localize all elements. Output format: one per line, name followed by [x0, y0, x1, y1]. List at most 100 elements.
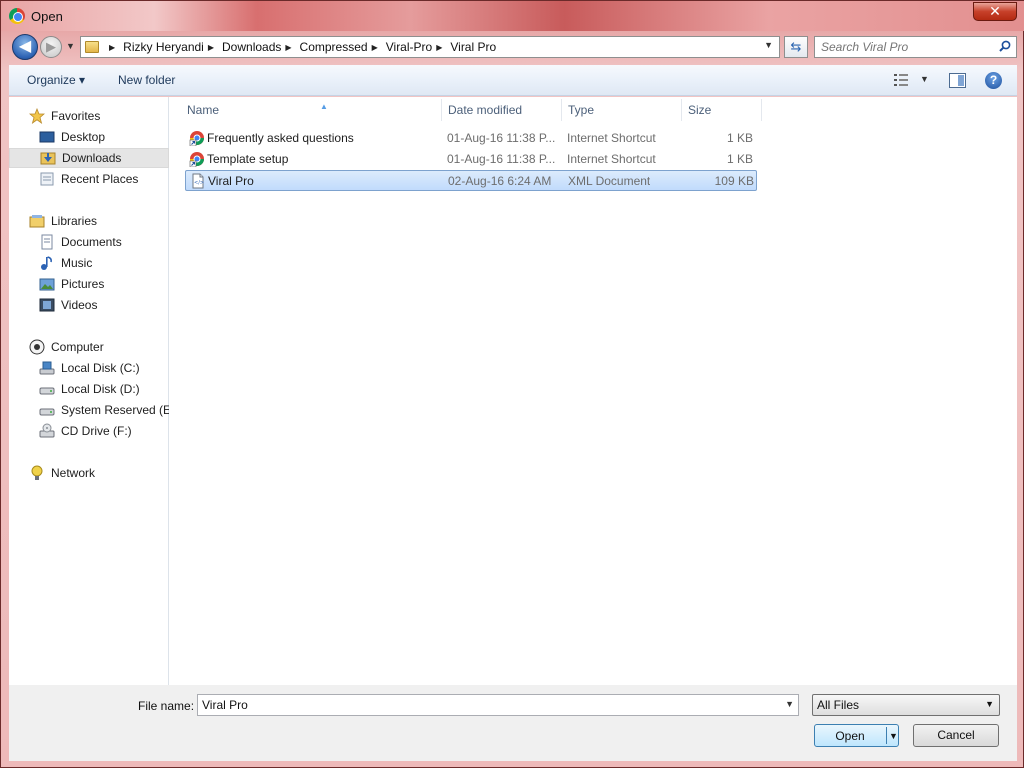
breadcrumb-rizky-heryandi[interactable]: Rizky Heryandi — [123, 40, 204, 54]
breadcrumb-downloads[interactable]: Downloads — [222, 40, 281, 54]
refresh-button[interactable]: ⇆ — [784, 36, 808, 58]
sidebar-item-libraries[interactable]: Libraries — [9, 211, 169, 231]
column-header-label: Size — [688, 103, 712, 117]
breadcrumb-viral-pro[interactable]: Viral Pro — [450, 40, 496, 54]
search-box[interactable] — [814, 36, 1017, 58]
chevron-down-icon[interactable]: ▼ — [985, 699, 994, 709]
help-button[interactable]: ? — [985, 72, 1002, 89]
sidebar-item-favorites[interactable]: Favorites — [9, 106, 169, 126]
sidebar-item-computer[interactable]: Computer — [9, 337, 169, 357]
sidebar-item-local-disk-c[interactable]: Local Disk (C:) — [9, 358, 169, 378]
new-folder-button[interactable]: New folder — [118, 73, 175, 87]
open-button-label: Open — [835, 729, 865, 743]
breadcrumb-separator[interactable]: ▶ — [285, 43, 291, 52]
sidebar-item-desktop[interactable]: Desktop — [9, 127, 169, 147]
file-type: Internet Shortcut — [567, 131, 656, 145]
file-name-label: File name: — [138, 699, 195, 713]
sidebar-item-label: Videos — [61, 298, 98, 312]
sort-ascending-icon: ▲ — [320, 102, 328, 111]
sidebar-item-label: Local Disk (D:) — [61, 382, 140, 396]
file-row[interactable]: Frequently asked questions 01-Aug-16 11:… — [185, 128, 757, 149]
window-title: Open — [31, 9, 63, 24]
change-view-icon[interactable] — [894, 74, 908, 86]
organize-button[interactable]: Organize ▾ — [27, 73, 85, 87]
file-type-filter[interactable]: All Files ▼ — [812, 694, 1000, 716]
chrome-shortcut-icon — [189, 152, 204, 167]
sidebar-item-network[interactable]: Network — [9, 463, 169, 483]
file-row-selected[interactable]: </> Viral Pro 02-Aug-16 6:24 AM XML Docu… — [185, 170, 757, 191]
open-button[interactable]: Open ▼ — [814, 724, 899, 747]
sidebar-item-downloads[interactable]: Downloads — [9, 148, 169, 168]
column-header-date-modified[interactable]: Date modified — [442, 99, 562, 121]
recent-places-icon — [40, 172, 54, 186]
back-button[interactable]: ◀ — [12, 34, 38, 60]
navigation-pane[interactable]: Favorites Desktop Downloads Recent Place… — [9, 97, 178, 685]
command-toolbar: Organize ▾ New folder ▼ ? — [9, 65, 1017, 96]
sidebar-item-documents[interactable]: Documents — [9, 232, 169, 252]
sidebar-item-music[interactable]: Music — [9, 253, 169, 273]
forward-button[interactable]: ▶ — [40, 36, 62, 58]
videos-icon — [39, 298, 55, 312]
chevron-down-icon[interactable]: ▼ — [764, 40, 773, 50]
file-list-pane[interactable]: Name ▲ Date modified Type Size Frequentl… — [169, 97, 1017, 685]
column-header-label: Date modified — [448, 103, 523, 117]
breadcrumb-separator[interactable]: ▶ — [372, 43, 378, 52]
sidebar-item-label: Music — [61, 256, 93, 270]
file-type: XML Document — [568, 174, 651, 188]
file-type: Internet Shortcut — [567, 152, 656, 166]
dialog-window: Open ✕ ◀ ▶ ▼ ▶ Rizky Heryandi ▶ Download… — [0, 0, 1024, 768]
sidebar-item-label: CD Drive (F:) — [61, 424, 132, 438]
dialog-footer: File name: Viral Pro ▼ All Files ▼ Open … — [9, 685, 1017, 761]
column-header-name[interactable]: Name ▲ — [181, 99, 442, 121]
navigation-row: ◀ ▶ ▼ ▶ Rizky Heryandi ▶ Downloads ▶ Com… — [9, 32, 1017, 62]
chrome-app-icon — [9, 8, 25, 24]
title-bar[interactable]: Open ✕ — [1, 1, 1024, 31]
file-size: 1 KB — [726, 131, 753, 145]
dialog-content: Favorites Desktop Downloads Recent Place… — [9, 97, 1017, 685]
chevron-down-icon[interactable]: ▼ — [785, 699, 794, 709]
pictures-icon — [39, 278, 55, 291]
file-name-field[interactable]: Viral Pro ▼ — [197, 694, 799, 716]
file-size: 109 KB — [714, 174, 754, 188]
file-name: Frequently asked questions — [207, 131, 354, 145]
file-row[interactable]: Template setup 01-Aug-16 11:38 P... Inte… — [185, 149, 757, 170]
sidebar-item-label: Desktop — [61, 130, 106, 144]
open-options-dropdown[interactable]: ▼ — [889, 731, 898, 741]
sidebar-item-videos[interactable]: Videos — [9, 295, 169, 315]
sidebar-item-recent-places[interactable]: Recent Places — [9, 169, 169, 189]
column-header-type[interactable]: Type — [562, 99, 682, 121]
search-icon[interactable] — [999, 40, 1011, 52]
sidebar-item-label: Local Disk (C:) — [61, 361, 140, 375]
folder-icon — [85, 41, 99, 53]
file-date-modified: 02-Aug-16 6:24 AM — [448, 174, 552, 188]
sidebar-item-label: Recent Places — [61, 172, 139, 186]
sidebar-item-label: Downloads — [62, 151, 122, 165]
xml-document-icon: </> — [192, 173, 204, 189]
system-drive-icon — [39, 361, 55, 375]
view-options-dropdown[interactable]: ▼ — [920, 74, 929, 84]
breadcrumb-separator[interactable]: ▶ — [109, 43, 115, 52]
address-bar[interactable]: ▶ Rizky Heryandi ▶ Downloads ▶ Compresse… — [80, 36, 780, 58]
file-name-value: Viral Pro — [202, 698, 248, 712]
breadcrumb-viral-pro-folder[interactable]: Viral-Pro — [386, 40, 432, 54]
computer-icon — [29, 339, 45, 355]
sidebar-item-cd-drive-f[interactable]: CD Drive (F:) — [9, 421, 169, 441]
sidebar-item-label: Libraries — [51, 214, 98, 228]
cancel-button[interactable]: Cancel — [913, 724, 999, 747]
sidebar-item-pictures[interactable]: Pictures — [9, 274, 169, 294]
network-icon — [31, 465, 43, 480]
file-date-modified: 01-Aug-16 11:38 P... — [447, 131, 556, 145]
breadcrumb-separator[interactable]: ▶ — [436, 43, 442, 52]
sidebar-item-local-disk-d[interactable]: Local Disk (D:) — [9, 379, 169, 399]
close-button[interactable]: ✕ — [973, 2, 1017, 21]
sidebar-item-system-reserved-e[interactable]: System Reserved (E:) — [9, 400, 178, 420]
column-header-size[interactable]: Size — [682, 99, 762, 121]
sidebar-item-label: Pictures — [61, 277, 105, 291]
breadcrumb-compressed[interactable]: Compressed — [300, 40, 368, 54]
recent-pages-dropdown[interactable]: ▼ — [66, 41, 75, 51]
preview-pane-button[interactable] — [949, 73, 966, 88]
column-header-label: Name — [187, 103, 220, 117]
breadcrumb-separator[interactable]: ▶ — [208, 43, 214, 52]
hard-drive-icon — [39, 387, 55, 395]
search-input[interactable] — [821, 38, 996, 56]
